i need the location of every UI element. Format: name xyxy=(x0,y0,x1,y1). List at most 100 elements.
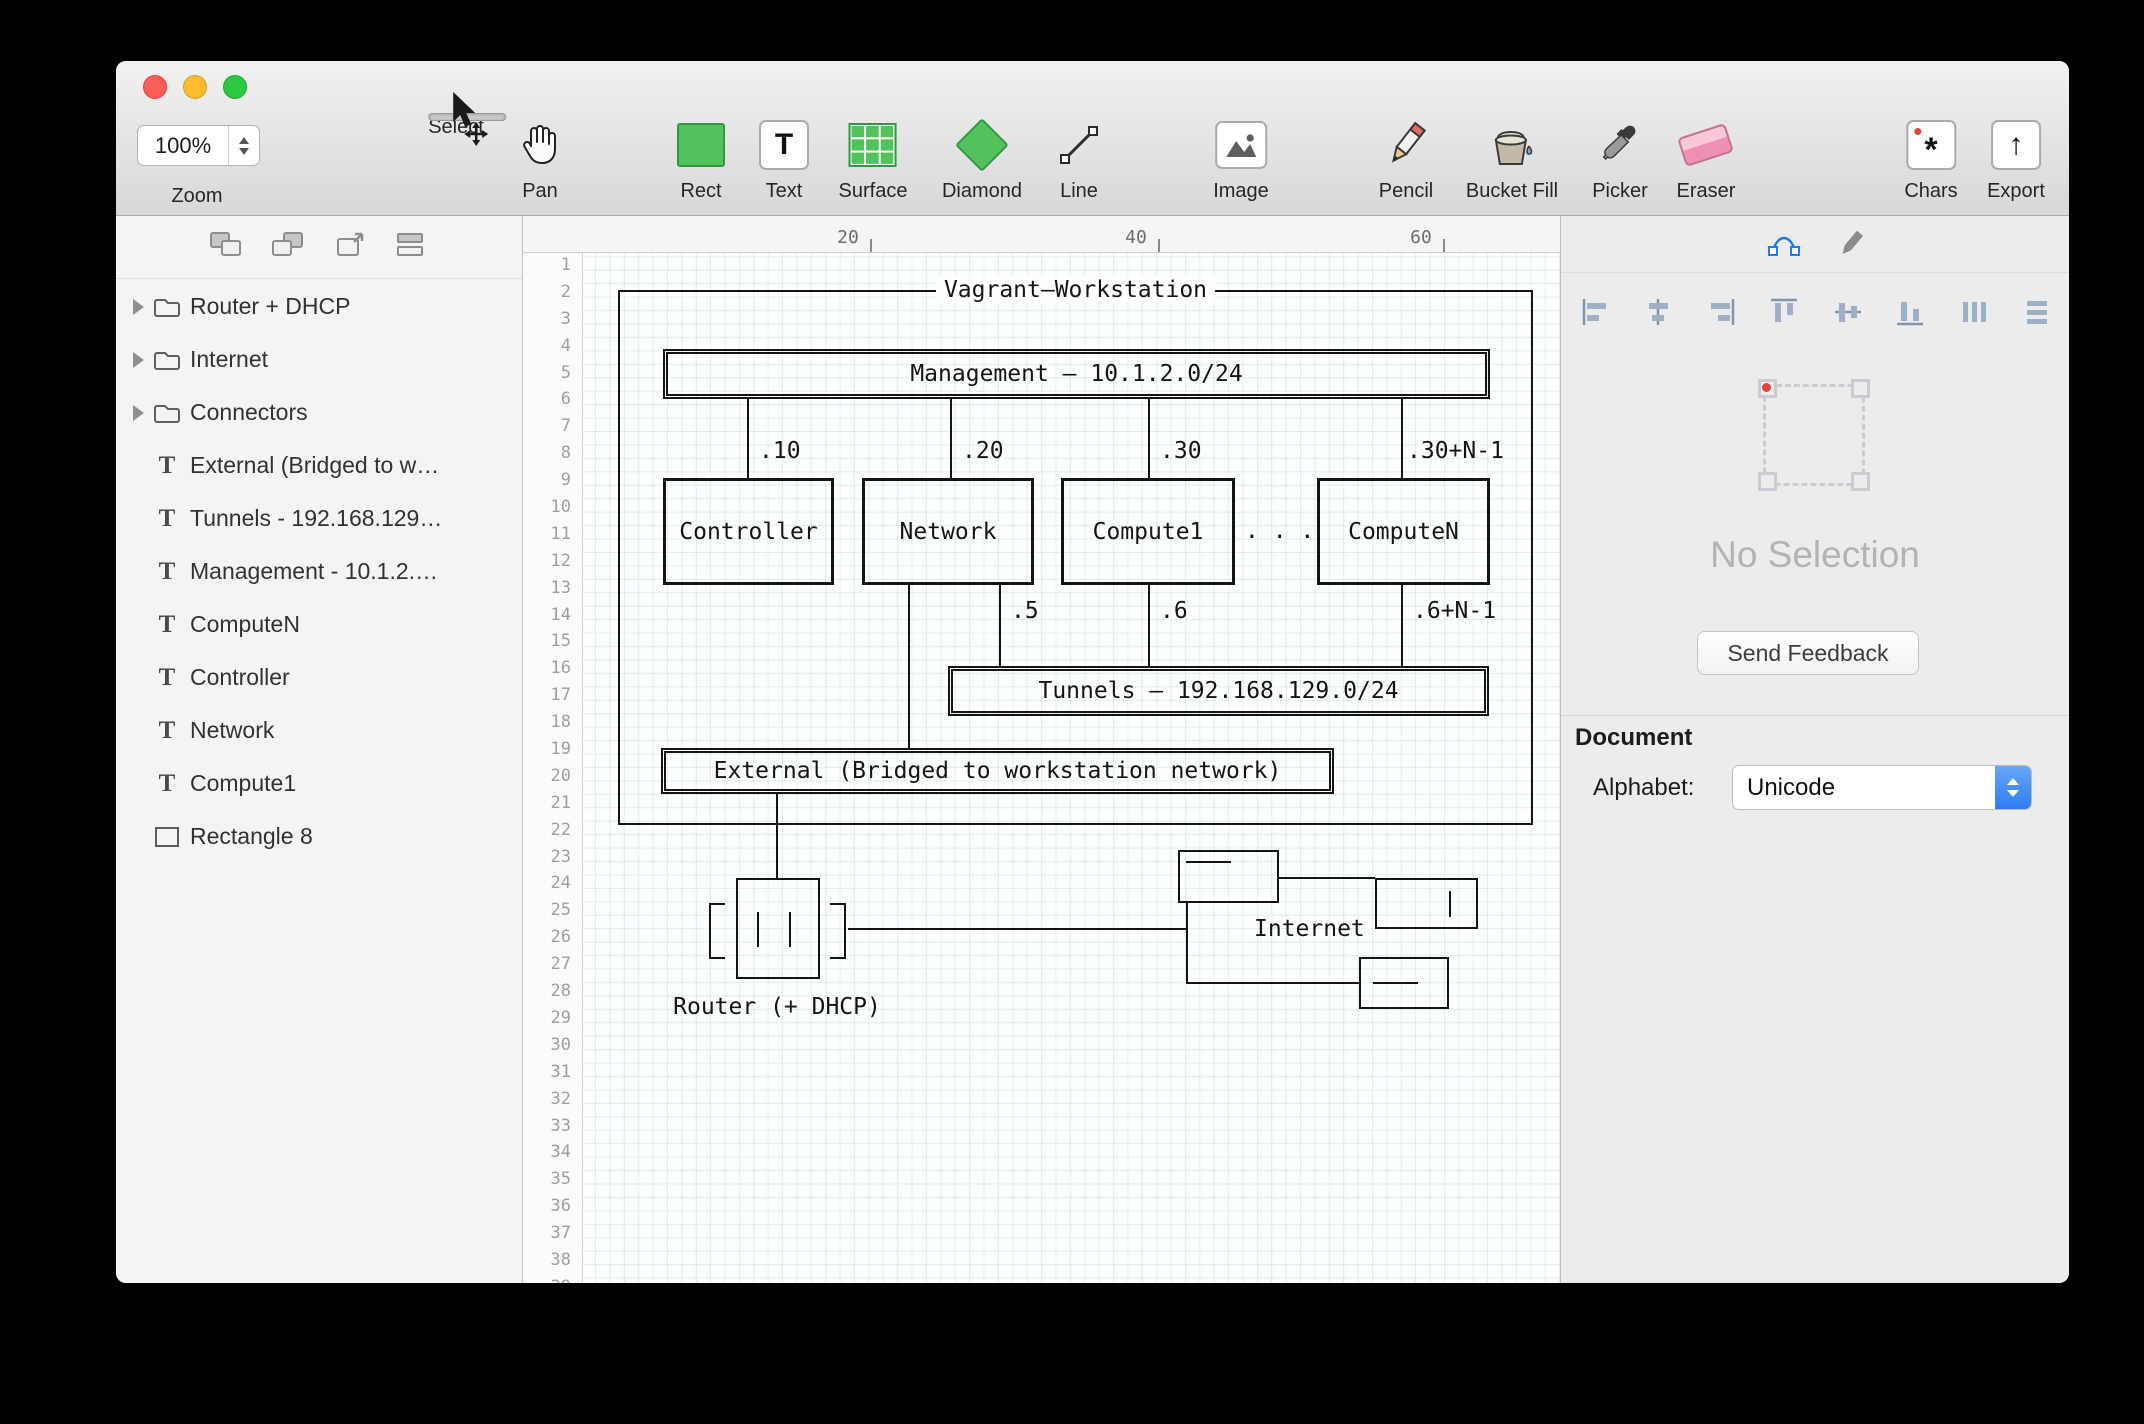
minimize-window-button[interactable] xyxy=(183,75,207,99)
diagram-title[interactable]: Vagrant—Workstation xyxy=(618,277,1533,303)
send-backward-button[interactable] xyxy=(394,230,430,265)
ip-label[interactable]: .20 xyxy=(962,438,1004,464)
connector-line[interactable] xyxy=(1279,877,1375,879)
picker-tool-button[interactable]: Picker xyxy=(1592,113,1648,203)
ip-label[interactable]: .5 xyxy=(1011,598,1039,624)
connector-line[interactable] xyxy=(1148,585,1150,666)
no-selection-text: No Selection xyxy=(1561,534,2069,576)
connector-line[interactable] xyxy=(1186,903,1188,982)
connector-line[interactable] xyxy=(950,399,952,478)
chars-button[interactable]: * Chars xyxy=(1904,113,1957,203)
sidebar-item-compute1[interactable]: T Compute1 xyxy=(116,757,522,810)
disclosure-triangle-icon[interactable] xyxy=(126,299,150,315)
computen-label: ComputeN xyxy=(1348,519,1459,545)
computen-box[interactable]: ComputeN xyxy=(1317,478,1490,585)
pan-tool-button[interactable]: Pan xyxy=(520,113,560,203)
controller-label: Controller xyxy=(679,519,817,545)
ip-label[interactable]: .10 xyxy=(759,438,801,464)
bucket-fill-tool-button[interactable]: Bucket Fill xyxy=(1466,113,1558,203)
sidebar-item-management[interactable]: T Management - 10.1.2.… xyxy=(116,545,522,598)
connector-line[interactable] xyxy=(776,794,778,878)
management-box[interactable]: Management — 10.1.2.0/24 xyxy=(663,349,1490,399)
sidebar-item-computen[interactable]: T ComputeN xyxy=(116,598,522,651)
ungroup-button[interactable] xyxy=(270,230,306,265)
cloud-detail-line[interactable] xyxy=(1373,982,1418,984)
align-left-button[interactable] xyxy=(1580,296,1612,333)
fullscreen-window-button[interactable] xyxy=(223,75,247,99)
router-detail-line[interactable] xyxy=(789,912,791,947)
close-window-button[interactable] xyxy=(143,75,167,99)
connector-line[interactable] xyxy=(848,928,1187,930)
text-tool-button[interactable]: T Text xyxy=(759,113,809,203)
cloud-detail-line[interactable] xyxy=(1186,861,1231,863)
rect-tool-button[interactable]: Rect xyxy=(677,113,725,203)
sidebar-item-internet[interactable]: Internet xyxy=(116,333,522,386)
network-box[interactable]: Network xyxy=(862,478,1034,585)
ip-label[interactable]: .6+N-1 xyxy=(1413,598,1496,624)
internet-shape[interactable] xyxy=(1375,878,1478,929)
zoom-stepper[interactable] xyxy=(228,126,259,165)
export-button[interactable]: ↑ Export xyxy=(1987,113,2045,203)
router-shape[interactable] xyxy=(736,878,820,979)
line-number: 34 xyxy=(523,1139,582,1166)
cloud-detail-line[interactable] xyxy=(1449,891,1451,917)
router-detail-line[interactable] xyxy=(757,912,759,947)
distribute-vertical-button[interactable] xyxy=(2021,296,2053,333)
sidebar-item-network[interactable]: T Network xyxy=(116,704,522,757)
ip-label[interactable]: .6 xyxy=(1160,598,1188,624)
sidebar-item-connectors[interactable]: Connectors xyxy=(116,386,522,439)
ip-label[interactable]: .30 xyxy=(1160,438,1202,464)
send-feedback-button[interactable]: Send Feedback xyxy=(1697,631,1919,675)
connector-line[interactable] xyxy=(999,585,1001,666)
bring-forward-button[interactable] xyxy=(332,230,368,265)
tab-style-inspector[interactable] xyxy=(1836,228,1866,265)
distribute-horizontal-button[interactable] xyxy=(1958,296,1990,333)
router-left-bracket[interactable] xyxy=(709,903,725,959)
external-label: External (Bridged to workstation network… xyxy=(714,758,1282,784)
tunnels-box[interactable]: Tunnels — 192.168.129.0/24 xyxy=(948,666,1489,716)
controller-box[interactable]: Controller xyxy=(663,478,834,585)
group-button[interactable] xyxy=(208,230,244,265)
connector-line[interactable] xyxy=(1401,399,1403,478)
internet-shape[interactable] xyxy=(1178,850,1279,903)
line-tool-button[interactable]: Line xyxy=(1056,113,1102,203)
pencil-tool-button[interactable]: Pencil xyxy=(1379,113,1433,203)
sidebar-item-tunnels[interactable]: T Tunnels - 192.168.129… xyxy=(116,492,522,545)
align-top-button[interactable] xyxy=(1768,296,1800,333)
connector-line[interactable] xyxy=(908,585,910,748)
connector-line[interactable] xyxy=(1186,982,1359,984)
management-label: Management — 10.1.2.0/24 xyxy=(910,361,1242,387)
layer-label: Tunnels - 192.168.129… xyxy=(190,505,442,532)
zoom-control[interactable]: 100% xyxy=(137,125,260,166)
connector-line[interactable] xyxy=(747,399,749,478)
tab-shape-inspector[interactable] xyxy=(1767,228,1801,265)
select-tool-button[interactable]: Select xyxy=(428,113,484,139)
router-label[interactable]: Router (+ DHCP) xyxy=(669,994,885,1020)
external-box[interactable]: External (Bridged to workstation network… xyxy=(661,748,1334,794)
connector-line[interactable] xyxy=(1401,585,1403,666)
internet-label[interactable]: Internet xyxy=(1254,916,1365,942)
sidebar-item-controller[interactable]: T Controller xyxy=(116,651,522,704)
layers-list: Router + DHCP Internet Connectors T Exte… xyxy=(116,280,522,1283)
align-middle-vertical-button[interactable] xyxy=(1832,296,1864,333)
sidebar-item-external[interactable]: T External (Bridged to w… xyxy=(116,439,522,492)
alphabet-dropdown[interactable]: Unicode xyxy=(1732,765,2032,810)
router-right-bracket[interactable] xyxy=(830,903,846,959)
align-bottom-button[interactable] xyxy=(1894,296,1926,333)
disclosure-triangle-icon[interactable] xyxy=(126,405,150,421)
align-center-horizontal-button[interactable] xyxy=(1642,296,1674,333)
ip-label[interactable]: .30+N-1 xyxy=(1407,438,1504,464)
disclosure-triangle-icon[interactable] xyxy=(126,352,150,368)
connector-line[interactable] xyxy=(1148,399,1150,478)
sidebar-item-rectangle8[interactable]: Rectangle 8 xyxy=(116,810,522,863)
surface-tool-button[interactable]: Surface xyxy=(839,113,908,203)
drawing-canvas[interactable]: 20 40 60 1234567891011121314151617181920… xyxy=(523,216,1560,1283)
sidebar-item-router-dhcp[interactable]: Router + DHCP xyxy=(116,280,522,333)
ellipsis-label[interactable]: . . . xyxy=(1245,518,1314,544)
image-tool-button[interactable]: Image xyxy=(1213,113,1269,203)
align-right-button[interactable] xyxy=(1705,296,1737,333)
compute1-box[interactable]: Compute1 xyxy=(1061,478,1235,585)
eraser-tool-button[interactable]: Eraser xyxy=(1677,113,1736,203)
diamond-tool-button[interactable]: Diamond xyxy=(942,113,1022,203)
dropdown-stepper-icon xyxy=(1995,766,2031,809)
